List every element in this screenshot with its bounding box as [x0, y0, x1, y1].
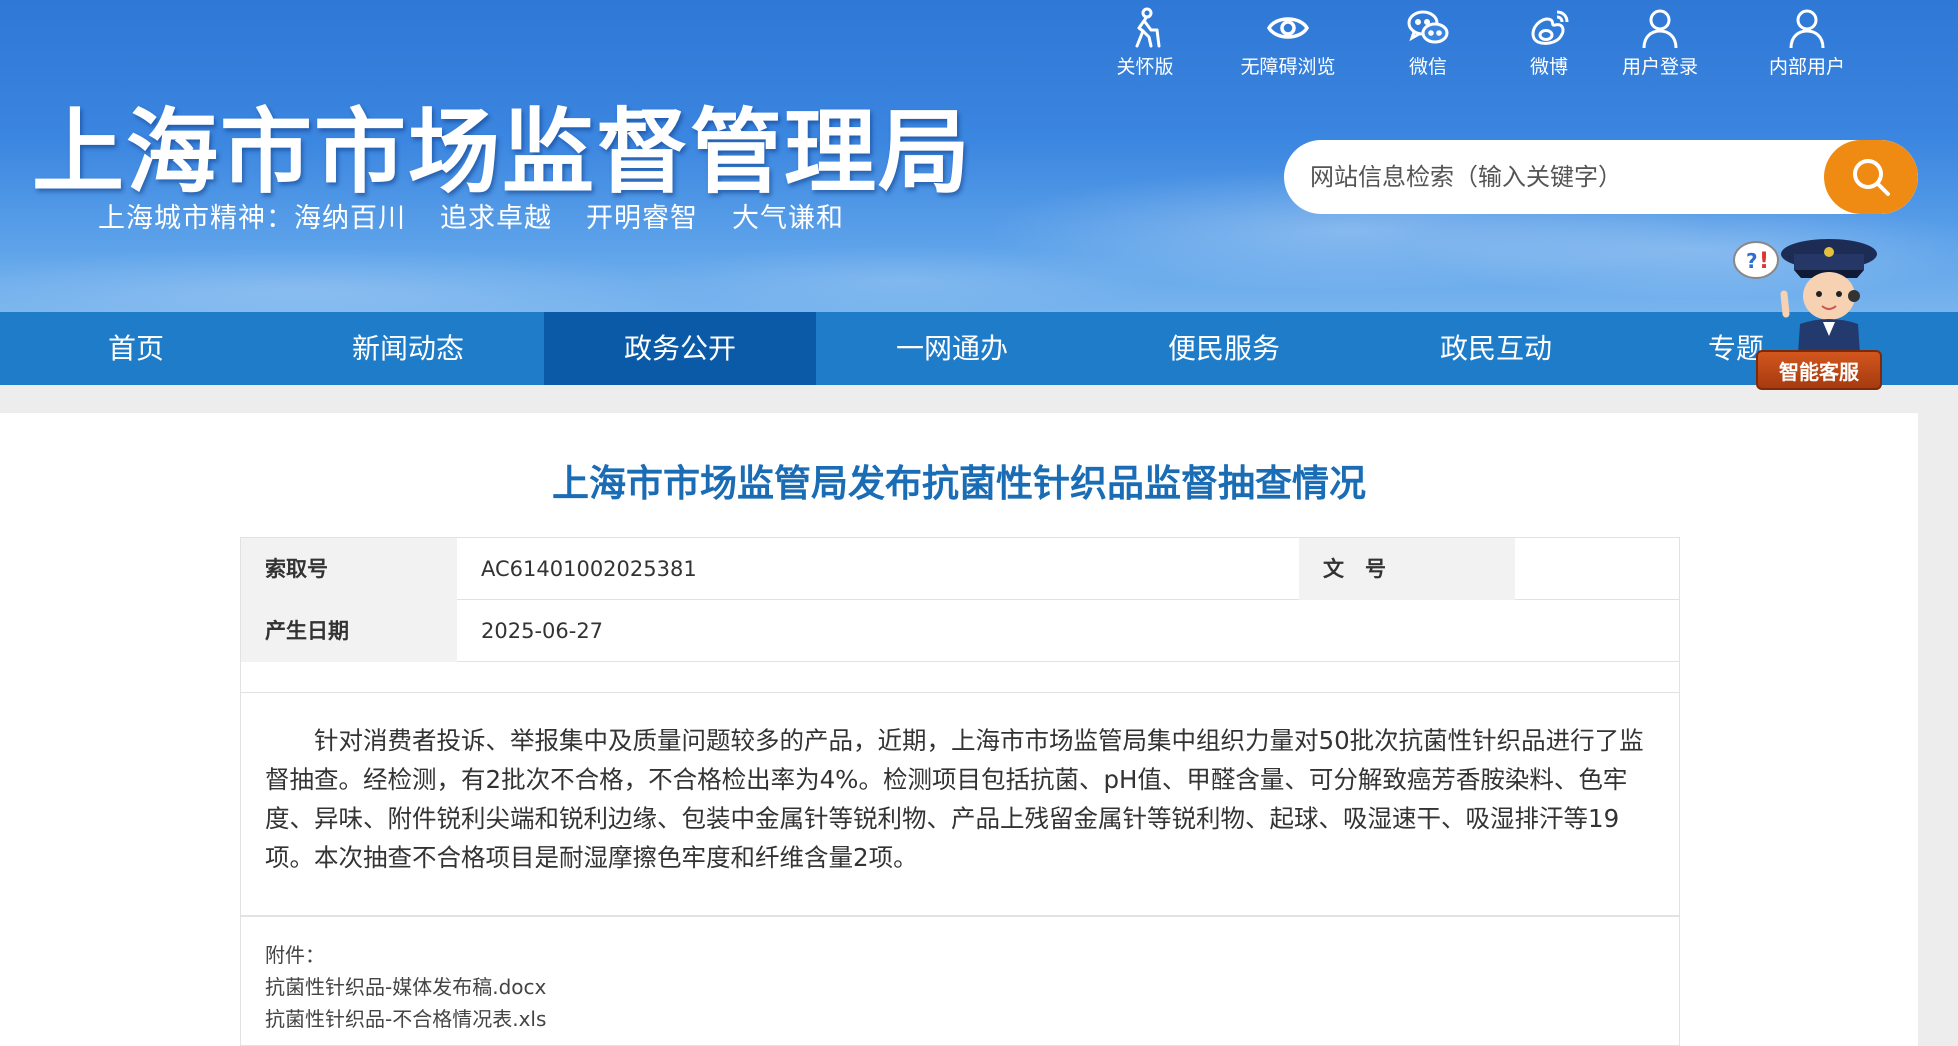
meta-value: AC61401002025381 — [481, 557, 697, 581]
site-header: 上海市市场监督管理局 上海城市精神：海纳百川 追求卓越 开明睿智 大气谦和 关怀版 无… — [0, 0, 1958, 312]
site-search — [1284, 140, 1918, 214]
meta-key: 产生日期 — [241, 600, 457, 662]
tool-label: 微信 — [1408, 56, 1447, 78]
attachments-label: 附件： — [265, 943, 325, 967]
wechat-button[interactable]: 微信 — [1373, 6, 1483, 79]
smart-customer-service[interactable]: ? ! 智能客服 — [1726, 224, 1886, 394]
nav-item-government-affairs[interactable]: 政务公开 — [544, 312, 816, 385]
meta-row: 索取号 AC61401002025381 文 号 — [241, 538, 1679, 600]
article-title: 上海市市场监管局发布抗菌性针织品监督抽查情况 — [552, 462, 1366, 505]
slogan-part: 开明睿智 — [586, 203, 698, 234]
search-input[interactable] — [1284, 140, 1824, 214]
meta-row-spacer — [241, 662, 1679, 692]
weibo-button[interactable]: 微博 — [1494, 6, 1604, 79]
city-slogan: 上海城市精神：海纳百川 追求卓越 开明睿智 大气谦和 — [98, 196, 878, 235]
user-login-button[interactable]: 用户登录 — [1605, 6, 1715, 79]
agent-label: 智能客服 — [1756, 350, 1882, 390]
meta-key: 索取号 — [241, 538, 457, 600]
internal-user-button[interactable]: 内部用户 — [1752, 6, 1862, 79]
search-icon — [1853, 159, 1890, 196]
tool-label: 无障碍浏览 — [1240, 56, 1336, 78]
user-icon — [1789, 9, 1825, 49]
slogan-part: 大气谦和 — [732, 203, 844, 234]
article-container: 上海市市场监管局发布抗菌性针织品监督抽查情况 索取号 AC61401002025… — [0, 413, 1918, 1046]
attachment-link[interactable]: 抗菌性针织品-不合格情况表.xls — [265, 1003, 546, 1032]
svg-text:?: ? — [1746, 249, 1758, 273]
meta-key: 文 号 — [1299, 538, 1515, 600]
eye-icon — [1266, 17, 1310, 39]
elder-care-icon — [1135, 7, 1161, 48]
elder-care-mode-button[interactable]: 关怀版 — [1090, 6, 1200, 79]
article-meta-table: 索取号 AC61401002025381 文 号 产生日期 2025-06-27 — [240, 537, 1680, 693]
weibo-icon — [1531, 10, 1569, 45]
nav-item-interaction[interactable]: 政民互动 — [1360, 312, 1632, 385]
svg-text:!: ! — [1759, 249, 1769, 274]
main-nav: 首页 新闻动态 政务公开 一网通办 便民服务 政民互动 专题 — [0, 312, 1958, 385]
search-button[interactable] — [1824, 140, 1918, 214]
meta-value — [1515, 538, 1679, 600]
article-body-text: 针对消费者投诉、举报集中及质量问题较多的产品，近期，上海市市场监管局集中组织力量… — [265, 726, 1644, 872]
tool-label: 内部用户 — [1768, 56, 1845, 78]
tool-label: 关怀版 — [1116, 56, 1174, 78]
slogan-part: 上海城市精神：海纳百川 — [98, 203, 406, 234]
slogan-part: 追求卓越 — [440, 203, 552, 234]
nav-item-online-services[interactable]: 一网通办 — [816, 312, 1088, 385]
article-body: 针对消费者投诉、举报集中及质量问题较多的产品，近期，上海市市场监管局集中组织力量… — [240, 691, 1680, 916]
tool-label: 微博 — [1529, 56, 1568, 78]
customer-service-agent-icon: ? ! — [1733, 239, 1877, 354]
nav-item-home[interactable]: 首页 — [0, 312, 272, 385]
user-icon — [1642, 9, 1678, 49]
accessibility-button[interactable]: 无障碍浏览 — [1233, 6, 1343, 79]
wechat-icon — [1407, 10, 1449, 44]
attachments: 附件： 抗菌性针织品-媒体发布稿.docx 抗菌性针织品-不合格情况表.xls — [240, 916, 1680, 1046]
site-title[interactable]: 上海市市场监督管理局 — [32, 78, 972, 211]
meta-value: 2025-06-27 — [481, 619, 604, 643]
meta-row: 产生日期 2025-06-27 — [241, 600, 1679, 662]
nav-item-news[interactable]: 新闻动态 — [272, 312, 544, 385]
nav-item-public-services[interactable]: 便民服务 — [1088, 312, 1360, 385]
attachment-link[interactable]: 抗菌性针织品-媒体发布稿.docx — [265, 971, 546, 1000]
tool-label: 用户登录 — [1621, 56, 1698, 78]
